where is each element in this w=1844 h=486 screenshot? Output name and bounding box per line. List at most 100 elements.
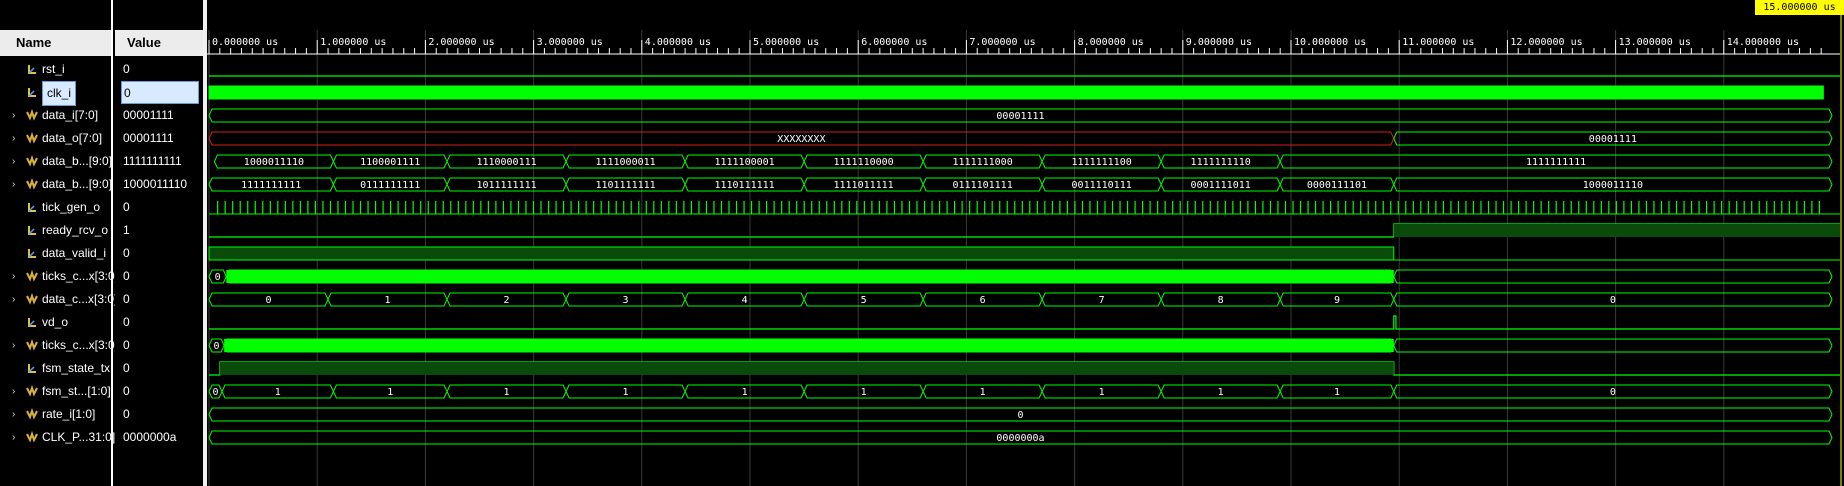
ruler-label: 7.000000 us	[969, 37, 1035, 48]
signal-name-label: tick_gen_o	[42, 200, 101, 214]
signal-name-label: data_c...x[3:0]	[42, 292, 118, 306]
signal-name-row[interactable]: › data_b...[9:0]	[0, 173, 113, 196]
expand-chevron-icon[interactable]: ›	[12, 426, 15, 449]
bus-signal-icon	[26, 408, 38, 420]
data-c-value: 5	[861, 295, 867, 306]
expand-chevron-icon[interactable]: ›	[12, 403, 15, 426]
ruler-label: 14.000000 us	[1727, 37, 1799, 48]
signal-name-label: data_o[7:0]	[42, 131, 103, 145]
signal-value: 0000000a	[123, 430, 177, 444]
rate-i-value: 0	[1017, 410, 1023, 421]
fsm-state-fill	[219, 362, 1394, 375]
data-b1-value: 1111000011	[595, 157, 655, 168]
signal-name-row[interactable]: › fsm_st...[1:0]	[0, 380, 111, 403]
signal-name-row[interactable]: clk_i	[0, 81, 111, 106]
data-b2-value: 1111111111	[241, 180, 301, 191]
ticks1-segment	[1393, 269, 1833, 284]
signal-name-label: vd_o	[42, 315, 69, 329]
expand-chevron-icon[interactable]: ›	[12, 127, 15, 150]
fsm-st-value: 1	[980, 387, 986, 398]
signal-name-label: CLK_P...31:0]	[42, 430, 116, 444]
data-c-value: 8	[1218, 295, 1224, 306]
signal-value: 0	[123, 384, 130, 398]
signal-name-panel: Name rst_i clk_i › data_i[7:0] › data_o[7:0] ›…	[0, 0, 118, 486]
expand-chevron-icon[interactable]: ›	[12, 288, 15, 311]
bus-signal-icon	[26, 109, 38, 121]
signal-name-row[interactable]: › CLK_P...31:0]	[0, 426, 115, 449]
expand-chevron-icon[interactable]: ›	[12, 104, 15, 127]
expand-chevron-icon[interactable]: ›	[12, 150, 15, 173]
bus-signal-icon	[26, 293, 38, 305]
signal-name-row[interactable]: rst_i	[0, 58, 111, 81]
fsm-st-value: 1	[1099, 387, 1105, 398]
signal-name-label: rate_i[1:0]	[42, 407, 96, 421]
data-c-value: 0	[1610, 295, 1616, 306]
data-b2-value: 0000111101	[1307, 180, 1367, 191]
name-column-header[interactable]: Name	[0, 30, 111, 56]
signal-value: 0	[123, 338, 130, 352]
data-o-value: XXXXXXXX	[777, 134, 825, 145]
signal-value: 0	[123, 246, 130, 260]
signal-value: 0	[123, 361, 130, 375]
signal-name-row[interactable]: vd_o	[0, 311, 111, 334]
expand-chevron-icon[interactable]: ›	[12, 173, 15, 196]
data-b2-value: 0111111111	[360, 180, 420, 191]
ruler-label: 12.000000 us	[1510, 37, 1582, 48]
data-c-value: 9	[1334, 295, 1340, 306]
data-b2-value: 1111011111	[834, 180, 894, 191]
ticks1-dense	[226, 270, 1394, 283]
signal-value: 00001111	[123, 108, 174, 122]
ruler-label: 11.000000 us	[1402, 37, 1474, 48]
data-b2-value: 1110111111	[714, 180, 774, 191]
signal-name-row[interactable]: › data_b...[9:0]	[0, 150, 113, 173]
signal-name-label: data_b...[9:0]	[42, 177, 113, 191]
signal-value: 0	[123, 269, 130, 283]
ticks2-value: 0	[214, 341, 220, 352]
expand-chevron-icon[interactable]: ›	[12, 380, 15, 403]
signal-name-label: fsm_st...[1:0]	[42, 384, 111, 398]
signal-name-row[interactable]: › ticks_c...x[3:0]	[0, 265, 118, 288]
ready-high-fill	[1393, 224, 1840, 237]
signal-name-row[interactable]: › rate_i[1:0]	[0, 403, 111, 426]
fsm-st-value: 1	[742, 387, 748, 398]
signal-name-label: rst_i	[42, 62, 65, 76]
data-b1-value: 1111111110	[1191, 157, 1251, 168]
signal-value-panel: Value 0 0 00001111 00001111 1111111111 100001…	[115, 0, 203, 486]
ruler-label: 10.000000 us	[1294, 37, 1366, 48]
signal-name-row[interactable]: data_valid_i	[0, 242, 111, 265]
ruler-label: 1.000000 us	[320, 37, 386, 48]
bus-signal-icon	[26, 385, 38, 397]
signal-name-label: data_b...[9:0]	[42, 154, 113, 168]
expand-chevron-icon[interactable]: ›	[12, 265, 15, 288]
clk-waveform	[208, 85, 1824, 100]
data-b1-value: 1100001111	[360, 157, 420, 168]
data-valid-waveform	[208, 246, 1395, 261]
signal-name-row[interactable]: ready_rcv_o	[0, 219, 111, 242]
signal-name-row[interactable]: › ticks_c...x[3:0]	[0, 334, 118, 357]
bus-signal-icon	[26, 132, 38, 144]
expand-chevron-icon[interactable]: ›	[12, 334, 15, 357]
bit-signal-icon	[28, 226, 36, 235]
signal-value: 1111111111	[123, 154, 182, 168]
bit-signal-icon	[28, 203, 36, 212]
signal-value: 0	[123, 62, 130, 76]
data-b1-value: 1000011110	[244, 157, 304, 168]
waveform-canvas[interactable]: 0.000000 us 1.000000 us 2.000000 us 3.00000…	[207, 0, 1844, 486]
signal-name-row[interactable]: tick_gen_o	[0, 196, 111, 219]
value-column-header[interactable]: Value	[115, 30, 203, 56]
bus-signal-icon	[26, 270, 38, 282]
signal-name-label: ready_rcv_o	[42, 223, 109, 237]
fsm-st-value: 1	[275, 387, 281, 398]
ruler-label: 13.000000 us	[1619, 37, 1691, 48]
signal-name-row[interactable]: › data_c...x[3:0]	[0, 288, 117, 311]
data-b1-value: 1111110000	[834, 157, 894, 168]
data-c-value: 0	[265, 295, 271, 306]
bus-signal-icon	[26, 431, 38, 443]
ticks1-value: 0	[215, 272, 221, 283]
signal-value: 0	[123, 292, 130, 306]
signal-name-row[interactable]: › data_i[7:0]	[0, 104, 111, 127]
signal-name-row[interactable]: fsm_state_tx	[0, 357, 111, 380]
signal-name-row[interactable]: › data_o[7:0]	[0, 127, 111, 150]
ruler-label: 9.000000 us	[1186, 37, 1252, 48]
data-c-value: 7	[1099, 295, 1105, 306]
